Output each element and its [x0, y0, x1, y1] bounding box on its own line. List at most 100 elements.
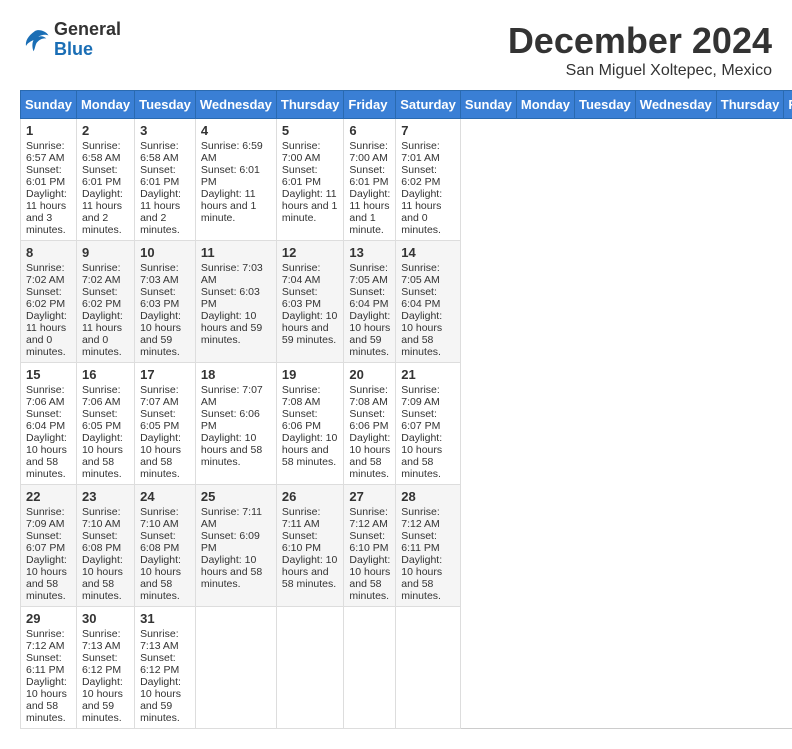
- day-info: Sunset: 6:01 PM: [349, 164, 390, 188]
- day-number: 11: [201, 245, 271, 260]
- day-number: 15: [26, 367, 71, 382]
- day-info: Sunset: 6:01 PM: [140, 164, 190, 188]
- calendar-cell: 9Sunrise: 7:02 AMSunset: 6:02 PMDaylight…: [76, 241, 134, 363]
- day-info: Daylight: 10 hours and 58 minutes.: [201, 554, 271, 590]
- calendar-cell: 10 Sunrise: 7:03 AMSunset: 6:03 PMDayligh…: [135, 241, 196, 363]
- logo-blue: Blue: [54, 40, 121, 60]
- day-info: Sunrise: 7:00 AM: [349, 140, 390, 164]
- day-info: Daylight: 10 hours and 58 minutes.: [26, 432, 71, 480]
- calendar-cell: 20Sunrise: 7:08 AMSunset: 6:06 PMDayligh…: [344, 363, 396, 485]
- calendar-cell: 11Sunrise: 7:03 AMSunset: 6:03 PMDayligh…: [195, 241, 276, 363]
- day-info: Sunset: 6:12 PM: [140, 652, 190, 676]
- day-number: 22: [26, 489, 71, 504]
- day-info: Sunset: 6:12 PM: [82, 652, 129, 676]
- day-info: Sunset: 6:04 PM: [349, 286, 390, 310]
- day-info: Daylight: 10 hours and 58 minutes.: [282, 432, 339, 468]
- calendar-cell: 21Sunrise: 7:09 AMSunset: 6:07 PMDayligh…: [396, 363, 461, 485]
- day-info: Sunrise: 7:06 AM: [82, 384, 129, 408]
- day-info: Sunset: 6:01 PM: [82, 164, 129, 188]
- calendar-week-5: 29Sunrise: 7:12 AMSunset: 6:11 PMDayligh…: [21, 607, 792, 729]
- day-info: Sunrise: 7:01 AM: [401, 140, 455, 164]
- day-info: Daylight: 10 hours and 59 minutes.: [140, 310, 190, 358]
- calendar-cell: 16Sunrise: 7:06 AMSunset: 6:05 PMDayligh…: [76, 363, 134, 485]
- calendar-cell: [276, 607, 344, 729]
- calendar-cell: 7Sunrise: 7:01 AMSunset: 6:02 PMDaylight…: [396, 119, 461, 241]
- calendar-week-1: 1Sunrise: 6:57 AMSunset: 6:01 PMDaylight…: [21, 119, 792, 241]
- day-header-sunday: Sunday: [460, 91, 516, 119]
- calendar-cell: 31Sunrise: 7:13 AMSunset: 6:12 PMDayligh…: [135, 607, 196, 729]
- day-info: Sunset: 6:05 PM: [82, 408, 129, 432]
- day-info: Daylight: 11 hours and 2 minutes.: [82, 188, 129, 236]
- day-info: Sunset: 6:07 PM: [401, 408, 455, 432]
- day-number: 9: [82, 245, 129, 260]
- day-number: 14: [401, 245, 455, 260]
- calendar-week-4: 22Sunrise: 7:09 AMSunset: 6:07 PMDayligh…: [21, 485, 792, 607]
- day-info: Sunset: 6:11 PM: [26, 652, 71, 676]
- day-header-sunday: Sunday: [21, 91, 77, 119]
- day-header-monday: Monday: [76, 91, 134, 119]
- day-info: Sunrise: 7:11 AM: [201, 506, 271, 530]
- calendar-cell: 6Sunrise: 7:00 AMSunset: 6:01 PMDaylight…: [344, 119, 396, 241]
- day-header-friday: Friday: [784, 91, 792, 119]
- day-header-wednesday: Wednesday: [195, 91, 276, 119]
- day-header-wednesday: Wednesday: [635, 91, 716, 119]
- day-info: Daylight: 10 hours and 58 minutes.: [140, 554, 190, 602]
- calendar-cell: 2Sunrise: 6:58 AMSunset: 6:01 PMDaylight…: [76, 119, 134, 241]
- day-info: Daylight: 10 hours and 59 minutes.: [140, 676, 190, 724]
- day-info: Sunrise: 6:57 AM: [26, 140, 71, 164]
- day-info: Daylight: 10 hours and 58 minutes.: [401, 554, 455, 602]
- header: General Blue December 2024 San Miguel Xo…: [20, 20, 772, 80]
- day-info: Sunset: 6:03 PM: [140, 286, 190, 310]
- day-info: Daylight: 10 hours and 58 minutes.: [349, 554, 390, 602]
- day-info: Daylight: 10 hours and 59 minutes.: [282, 310, 339, 346]
- logo-icon: [20, 25, 50, 55]
- month-title: December 2024: [508, 20, 772, 62]
- logo-general: General: [54, 20, 121, 40]
- calendar-cell: 3Sunrise: 6:58 AMSunset: 6:01 PMDaylight…: [135, 119, 196, 241]
- calendar-cell: 30Sunrise: 7:13 AMSunset: 6:12 PMDayligh…: [76, 607, 134, 729]
- day-number: 17: [140, 367, 190, 382]
- day-info: Sunrise: 7:03 AM: [140, 262, 190, 286]
- calendar-week-2: 8Sunrise: 7:02 AMSunset: 6:02 PMDaylight…: [21, 241, 792, 363]
- day-info: Sunrise: 7:05 AM: [349, 262, 390, 286]
- day-info: Sunset: 6:02 PM: [82, 286, 129, 310]
- day-info: Daylight: 10 hours and 58 minutes.: [201, 432, 271, 468]
- day-info: Sunset: 6:03 PM: [201, 286, 271, 310]
- day-number: 19: [282, 367, 339, 382]
- day-info: Daylight: 11 hours and 3 minutes.: [26, 188, 71, 236]
- day-number: 30: [82, 611, 129, 626]
- day-info: Sunrise: 7:08 AM: [349, 384, 390, 408]
- day-info: Sunrise: 7:07 AM: [201, 384, 271, 408]
- day-info: Sunrise: 7:02 AM: [82, 262, 129, 286]
- day-info: Sunset: 6:07 PM: [26, 530, 71, 554]
- calendar-cell: 14Sunrise: 7:05 AMSunset: 6:04 PMDayligh…: [396, 241, 461, 363]
- day-info: Sunrise: 7:11 AM: [282, 506, 339, 530]
- day-info: Sunrise: 6:58 AM: [140, 140, 190, 164]
- day-info: Daylight: 10 hours and 58 minutes.: [401, 310, 455, 358]
- day-info: Sunset: 6:06 PM: [349, 408, 390, 432]
- day-info: Sunset: 6:08 PM: [82, 530, 129, 554]
- day-info: Sunrise: 6:59 AM: [201, 140, 271, 164]
- day-number: 20: [349, 367, 390, 382]
- day-number: 5: [282, 123, 339, 138]
- day-number: 28: [401, 489, 455, 504]
- calendar-cell: 8Sunrise: 7:02 AMSunset: 6:02 PMDaylight…: [21, 241, 77, 363]
- day-info: Sunset: 6:02 PM: [26, 286, 71, 310]
- calendar-cell: 4Sunrise: 6:59 AMSunset: 6:01 PMDaylight…: [195, 119, 276, 241]
- day-number: 18: [201, 367, 271, 382]
- calendar-table: SundayMondayTuesdayWednesdayThursdayFrid…: [20, 90, 792, 729]
- day-info: Sunset: 6:10 PM: [282, 530, 339, 554]
- day-info: Daylight: 11 hours and 0 minutes.: [26, 310, 71, 358]
- calendar-cell: 17Sunrise: 7:07 AMSunset: 6:05 PMDayligh…: [135, 363, 196, 485]
- day-number: 3: [140, 123, 190, 138]
- day-number: 29: [26, 611, 71, 626]
- day-number: 21: [401, 367, 455, 382]
- day-header-friday: Friday: [344, 91, 396, 119]
- day-number: 10: [140, 245, 190, 260]
- day-header-monday: Monday: [516, 91, 574, 119]
- calendar-cell: 23Sunrise: 7:10 AMSunset: 6:08 PMDayligh…: [76, 485, 134, 607]
- day-number: 23: [82, 489, 129, 504]
- day-info: Sunrise: 7:07 AM: [140, 384, 190, 408]
- day-info: Sunset: 6:05 PM: [140, 408, 190, 432]
- day-info: Sunset: 6:06 PM: [282, 408, 339, 432]
